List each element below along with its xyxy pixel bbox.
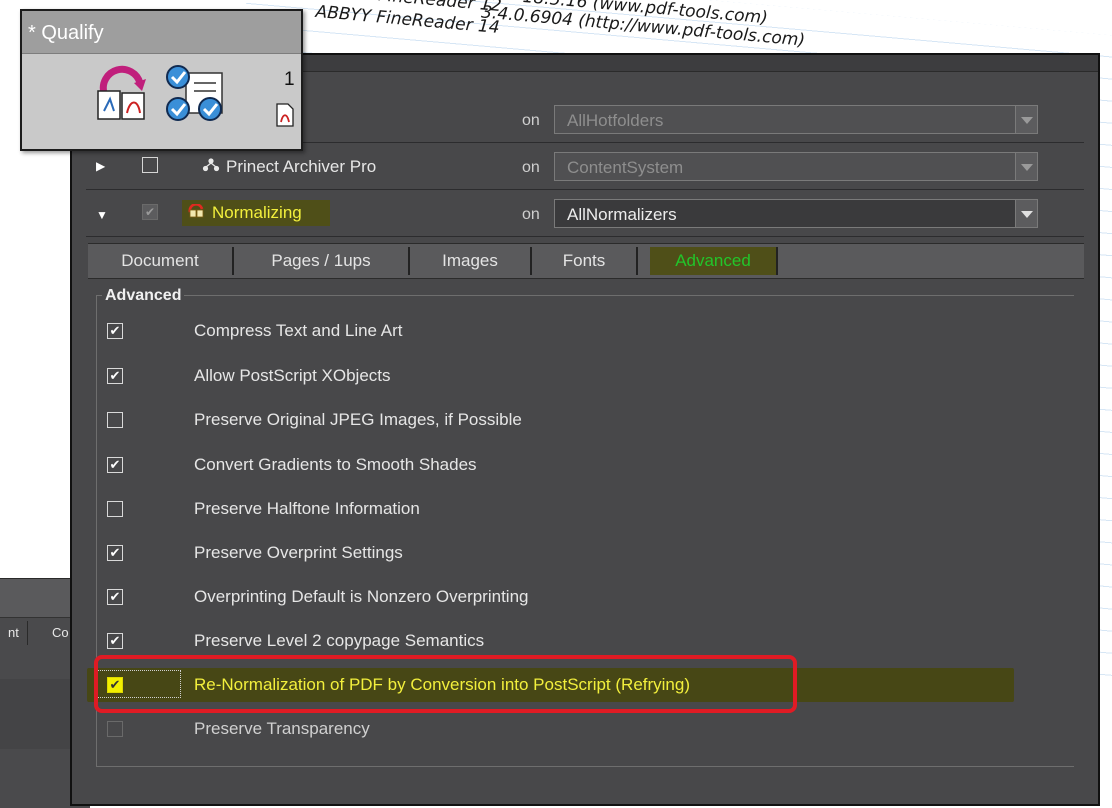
option-row[interactable]: Preserve Halftone Information	[97, 496, 1074, 526]
row-checkbox[interactable]: ✔	[142, 204, 158, 220]
settings-tabs: Document Pages / 1ups Images Fonts Advan…	[88, 243, 1084, 279]
document-count: 1	[284, 69, 295, 90]
option-row[interactable]: Preserve Level 2 copypage Semantics	[97, 628, 1074, 658]
archiver-icon	[202, 157, 220, 177]
workflow-row-label-text: Prinect Archiver Pro	[226, 157, 377, 176]
workflow-row-label: Prinect Archiver Pro	[202, 157, 376, 177]
collapse-arrow-icon[interactable]: ▼	[96, 208, 108, 222]
option-checkbox[interactable]	[107, 545, 123, 561]
pdf-convert-icon[interactable]	[94, 63, 154, 128]
on-label: on	[522, 159, 540, 176]
tab-pages-1ups[interactable]: Pages / 1ups	[234, 247, 410, 275]
row-checkbox[interactable]	[142, 157, 158, 173]
on-label: on	[522, 206, 540, 223]
expand-arrow-icon[interactable]: ▶	[96, 159, 105, 173]
option-checkbox[interactable]	[107, 721, 123, 737]
tab-document[interactable]: Document	[88, 247, 234, 275]
option-label: Allow PostScript XObjects	[194, 366, 391, 385]
option-label: Preserve Overprint Settings	[194, 543, 403, 562]
qualify-popup[interactable]: * Qualify 1	[20, 9, 303, 151]
chevron-down-icon[interactable]	[1015, 106, 1037, 133]
target-select[interactable]: AllHotfolders	[554, 105, 1038, 134]
workflow-row-label-text: Normalizing	[212, 203, 302, 222]
qualify-header: * Qualify	[22, 11, 301, 54]
option-label: Preserve Original JPEG Images, if Possib…	[194, 410, 522, 429]
option-row[interactable]: Preserve Overprint Settings	[97, 540, 1074, 570]
workflow-row-normalizing[interactable]: ▼ ✔ Normalizing on AllNormalizers	[86, 192, 1084, 237]
on-label: on	[522, 112, 540, 129]
option-label: Compress Text and Line Art	[194, 321, 403, 340]
option-label: Preserve Level 2 copypage Semantics	[194, 631, 485, 650]
option-row[interactable]: Compress Text and Line Art	[97, 318, 1074, 348]
annotation-highlight-box	[94, 655, 797, 713]
chevron-down-icon[interactable]	[1015, 153, 1037, 180]
qualify-title: * Qualify	[28, 22, 104, 44]
option-label: Preserve Transparency	[194, 719, 370, 738]
tab-advanced[interactable]: Advanced	[650, 247, 778, 275]
tab-fonts[interactable]: Fonts	[532, 247, 638, 275]
option-label: Convert Gradients to Smooth Shades	[194, 455, 477, 474]
target-select-value: AllNormalizers	[567, 205, 677, 224]
target-select-value: AllHotfolders	[567, 111, 664, 130]
pdf-file-icon[interactable]	[275, 103, 295, 132]
bg-window-tab[interactable]: nt	[0, 621, 28, 645]
option-row[interactable]: Convert Gradients to Smooth Shades	[97, 452, 1074, 482]
normalizer-icon	[188, 203, 206, 223]
option-checkbox[interactable]	[107, 412, 123, 428]
target-select[interactable]: AllNormalizers	[554, 199, 1038, 228]
chevron-down-icon[interactable]	[1015, 200, 1037, 227]
option-label: Preserve Halftone Information	[194, 499, 420, 518]
option-checkbox[interactable]	[107, 501, 123, 517]
option-checkbox[interactable]	[107, 368, 123, 384]
option-row[interactable]: Preserve Original JPEG Images, if Possib…	[97, 407, 1074, 437]
option-row[interactable]: Preserve Transparency	[97, 716, 1074, 746]
option-row[interactable]: Allow PostScript XObjects	[97, 363, 1074, 393]
tab-images[interactable]: Images	[410, 247, 532, 275]
group-title: Advanced	[102, 287, 185, 305]
target-select-value: ContentSystem	[567, 158, 684, 177]
checklist-icon[interactable]	[164, 63, 230, 130]
workflow-row-archiver[interactable]: ▶ Prinect Archiver Pro on ContentSystem	[86, 145, 1084, 190]
option-checkbox[interactable]	[107, 633, 123, 649]
option-row[interactable]: Overprinting Default is Nonzero Overprin…	[97, 584, 1074, 614]
option-checkbox[interactable]	[107, 457, 123, 473]
option-checkbox[interactable]	[107, 589, 123, 605]
target-select[interactable]: ContentSystem	[554, 152, 1038, 181]
workflow-row-label: Normalizing	[182, 200, 330, 226]
option-label: Overprinting Default is Nonzero Overprin…	[194, 587, 529, 606]
option-checkbox[interactable]	[107, 323, 123, 339]
